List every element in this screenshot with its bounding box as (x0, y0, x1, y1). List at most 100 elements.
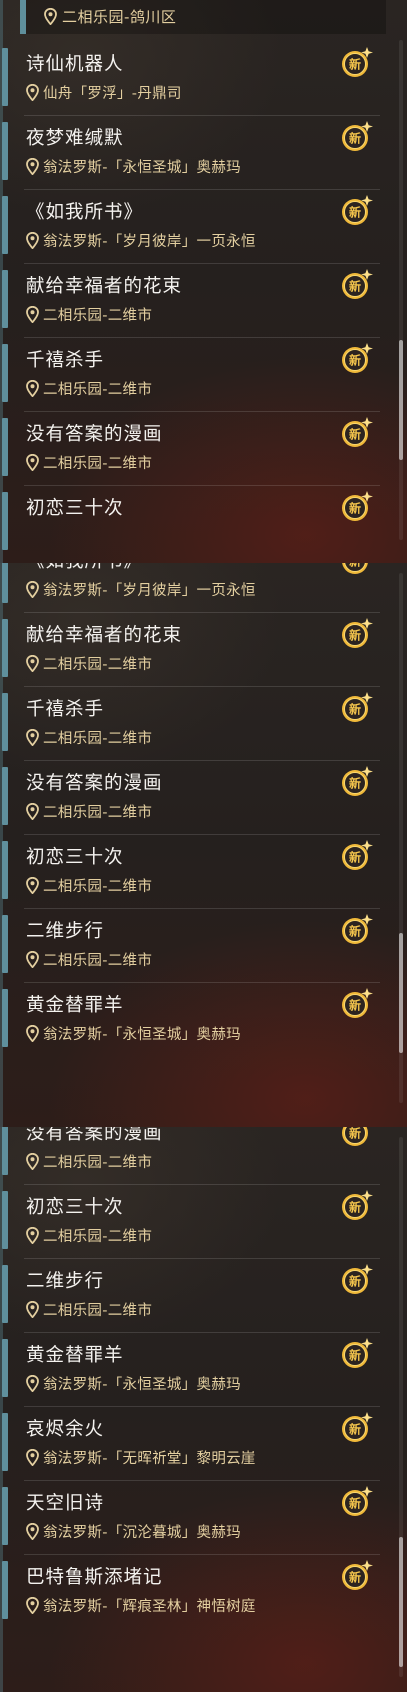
mission-location: 二相乐园-二维市 (26, 1151, 152, 1171)
location-text: 二相乐园-二维市 (43, 952, 153, 969)
mission-item[interactable]: 《如我所书》翁法罗斯-「岁月彼岸」一页永恒 新 (0, 563, 394, 613)
mission-item[interactable]: 哀烬余火 翁法罗斯-「无晖祈堂」黎明云崖 新 (0, 1401, 394, 1481)
new-badge: 新 (338, 1262, 374, 1298)
mission-item[interactable]: 《如我所书》翁法罗斯-「岁月彼岸」一页永恒 新 (0, 184, 394, 264)
mission-item[interactable]: 没有答案的漫画 二相乐园-二维市 新 (0, 1127, 394, 1185)
mission-title: 初恋三十次 (26, 498, 124, 519)
location-pin-icon (26, 1448, 39, 1466)
mission-location: 二相乐园-二维市 (26, 1299, 152, 1319)
new-badge-label: 新 (349, 427, 361, 442)
scrollbar-thumb[interactable] (399, 933, 403, 1053)
new-badge-icon: 新 (342, 840, 373, 870)
mission-item[interactable]: 千禧杀手 二相乐园-二维市 新 (0, 681, 394, 761)
location-text: 翁法罗斯-「无晖祈堂」黎明云崖 (43, 1450, 256, 1467)
mission-item[interactable]: 初恋三十次二相乐园-二维市 新 (0, 829, 394, 909)
scrollbar[interactable] (399, 40, 403, 540)
mission-item[interactable]: 初恋三十次 新 (0, 480, 394, 560)
location-text: 仙舟「罗浮」-丹鼎司 (43, 85, 182, 102)
new-badge: 新 (338, 415, 374, 451)
new-badge-icon: 新 (342, 343, 373, 373)
location-pin-icon (26, 1596, 39, 1614)
mission-title: 二维步行 (26, 1271, 105, 1292)
new-badge-label: 新 (349, 998, 361, 1013)
location-text: 二相乐园-二维市 (43, 1154, 153, 1171)
scrollbar[interactable] (399, 1137, 403, 1677)
new-badge: 新 (338, 563, 374, 578)
mission-title: 献给幸福者的花束 (26, 276, 183, 297)
mission-location: 翁法罗斯-「永恒圣城」奥赫玛 (26, 156, 241, 176)
mission-item[interactable]: 巴特鲁斯添堵记 翁法罗斯-「辉痕圣林」神悟树庭 新 (0, 1549, 394, 1629)
mission-item[interactable]: 献给幸福者的花束 二相乐园-二维市 新 (0, 258, 394, 338)
mission-title: 《如我所书》 (26, 202, 144, 223)
mission-title: 《如我所书》 (26, 563, 143, 573)
mission-location: 翁法罗斯-「沉沦暮城」奥赫玛 (26, 1521, 241, 1541)
mission-item[interactable]: 黄金替罪羊翁法罗斯-「永恒圣城」奥赫玛 新 (0, 1327, 394, 1407)
new-badge-icon: 新 (342, 491, 373, 521)
mission-title: 黄金替罪羊 (26, 1345, 124, 1366)
mission-item[interactable]: 夜梦难缄默 翁法罗斯-「永恒圣城」奥赫玛 新 (0, 110, 394, 190)
mission-item[interactable]: 二维步行 二相乐园-二维市 新 (0, 903, 394, 983)
mission-title: 诗仙机器人 (26, 54, 124, 75)
location-pin-icon (26, 876, 39, 894)
new-badge-label: 新 (349, 57, 361, 72)
mission-location: 二相乐园-二维市 (26, 653, 152, 673)
location-text: 翁法罗斯-「永恒圣城」奥赫玛 (43, 1026, 241, 1043)
mission-title: 初恋三十次 (26, 847, 124, 868)
mission-location: 翁法罗斯-「岁月彼岸」一页永恒 (26, 230, 256, 250)
new-badge-icon: 新 (342, 1264, 373, 1294)
new-badge-icon: 新 (342, 1127, 368, 1146)
location-text: 二相乐园-二维市 (43, 1302, 153, 1319)
new-badge-icon: 新 (342, 195, 373, 225)
location-text: 二相乐园-二维市 (43, 1228, 153, 1245)
new-badge-icon: 新 (342, 269, 373, 299)
mission-item[interactable]: 没有答案的漫画 二相乐园-二维市 新 (0, 406, 394, 486)
new-badge-label: 新 (349, 1348, 361, 1363)
accent-bar (2, 563, 8, 603)
new-badge: 新 (338, 1484, 374, 1520)
accent-bar (2, 418, 8, 476)
mission-location: 翁法罗斯-「辉痕圣林」神悟树庭 (26, 1595, 256, 1615)
new-badge-icon: 新 (342, 692, 373, 722)
mission-title: 没有答案的漫画 (26, 424, 163, 445)
new-badge-icon: 新 (342, 121, 373, 151)
accent-bar (2, 915, 8, 973)
new-badge-label: 新 (349, 1200, 361, 1215)
new-badge-label: 新 (349, 205, 361, 220)
new-badge: 新 (338, 1188, 374, 1224)
new-badge-label: 新 (349, 1274, 361, 1289)
mission-item[interactable]: 天空旧诗 翁法罗斯-「沉沦暮城」奥赫玛 新 (0, 1475, 394, 1555)
mission-item[interactable]: 二维步行二相乐园-二维市 新 (0, 1253, 394, 1333)
mission-location: 翁法罗斯-「永恒圣城」奥赫玛 (26, 1373, 241, 1393)
new-badge-label: 新 (349, 702, 361, 717)
new-badge-label: 新 (349, 353, 361, 368)
mission-title: 黄金替罪羊 (26, 995, 124, 1016)
new-badge-label: 新 (349, 1422, 361, 1437)
mission-item[interactable]: 没有答案的漫画 二相乐园-二维市 新 (0, 755, 394, 835)
accent-bar (2, 492, 8, 550)
mission-item[interactable]: 诗仙机器人仙舟「罗浮」-丹鼎司 新 (0, 36, 394, 116)
mission-location: 翁法罗斯-「永恒圣城」奥赫玛 (26, 1023, 241, 1043)
new-badge: 新 (338, 341, 374, 377)
scrollbar-thumb[interactable] (399, 340, 403, 460)
location-text: 二相乐园-二维市 (43, 878, 153, 895)
scrollbar-thumb[interactable] (399, 1537, 403, 1667)
new-badge: 新 (338, 986, 374, 1022)
mission-location: 二相乐园-二维市 (26, 875, 152, 895)
mission-item[interactable]: 献给幸福者的花束 二相乐园-二维市 新 (0, 607, 394, 687)
location-pin-icon (26, 802, 39, 820)
new-badge-icon: 新 (342, 1412, 373, 1442)
mission-item[interactable]: 黄金替罪羊翁法罗斯-「永恒圣城」奥赫玛 新 (0, 977, 394, 1057)
mission-item[interactable]: 初恋三十次 二相乐园-二维市 新 (0, 1179, 394, 1259)
location-pin-icon (26, 1522, 39, 1540)
mission-location: 二相乐园-二维市 (26, 949, 152, 969)
mission-item[interactable]: 千禧杀手 二相乐园-二维市 新 (0, 332, 394, 412)
accent-bar (2, 270, 8, 328)
mission-location: 翁法罗斯-「岁月彼岸」一页永恒 (26, 579, 256, 599)
mission-list-panel-1: 二相乐园-鸽川区 诗仙机器人 仙舟「罗浮」-丹鼎司新夜梦难缄默 翁法罗斯-「永恒圣城… (0, 0, 407, 563)
mission-title: 二维步行 (26, 921, 105, 942)
location-text: 二相乐园-二维市 (43, 381, 153, 398)
accent-bar (2, 989, 8, 1047)
location-pin-icon (26, 157, 39, 175)
location-text: 翁法罗斯-「沉沦暮城」奥赫玛 (43, 1524, 241, 1541)
scrollbar[interactable] (399, 573, 403, 1103)
